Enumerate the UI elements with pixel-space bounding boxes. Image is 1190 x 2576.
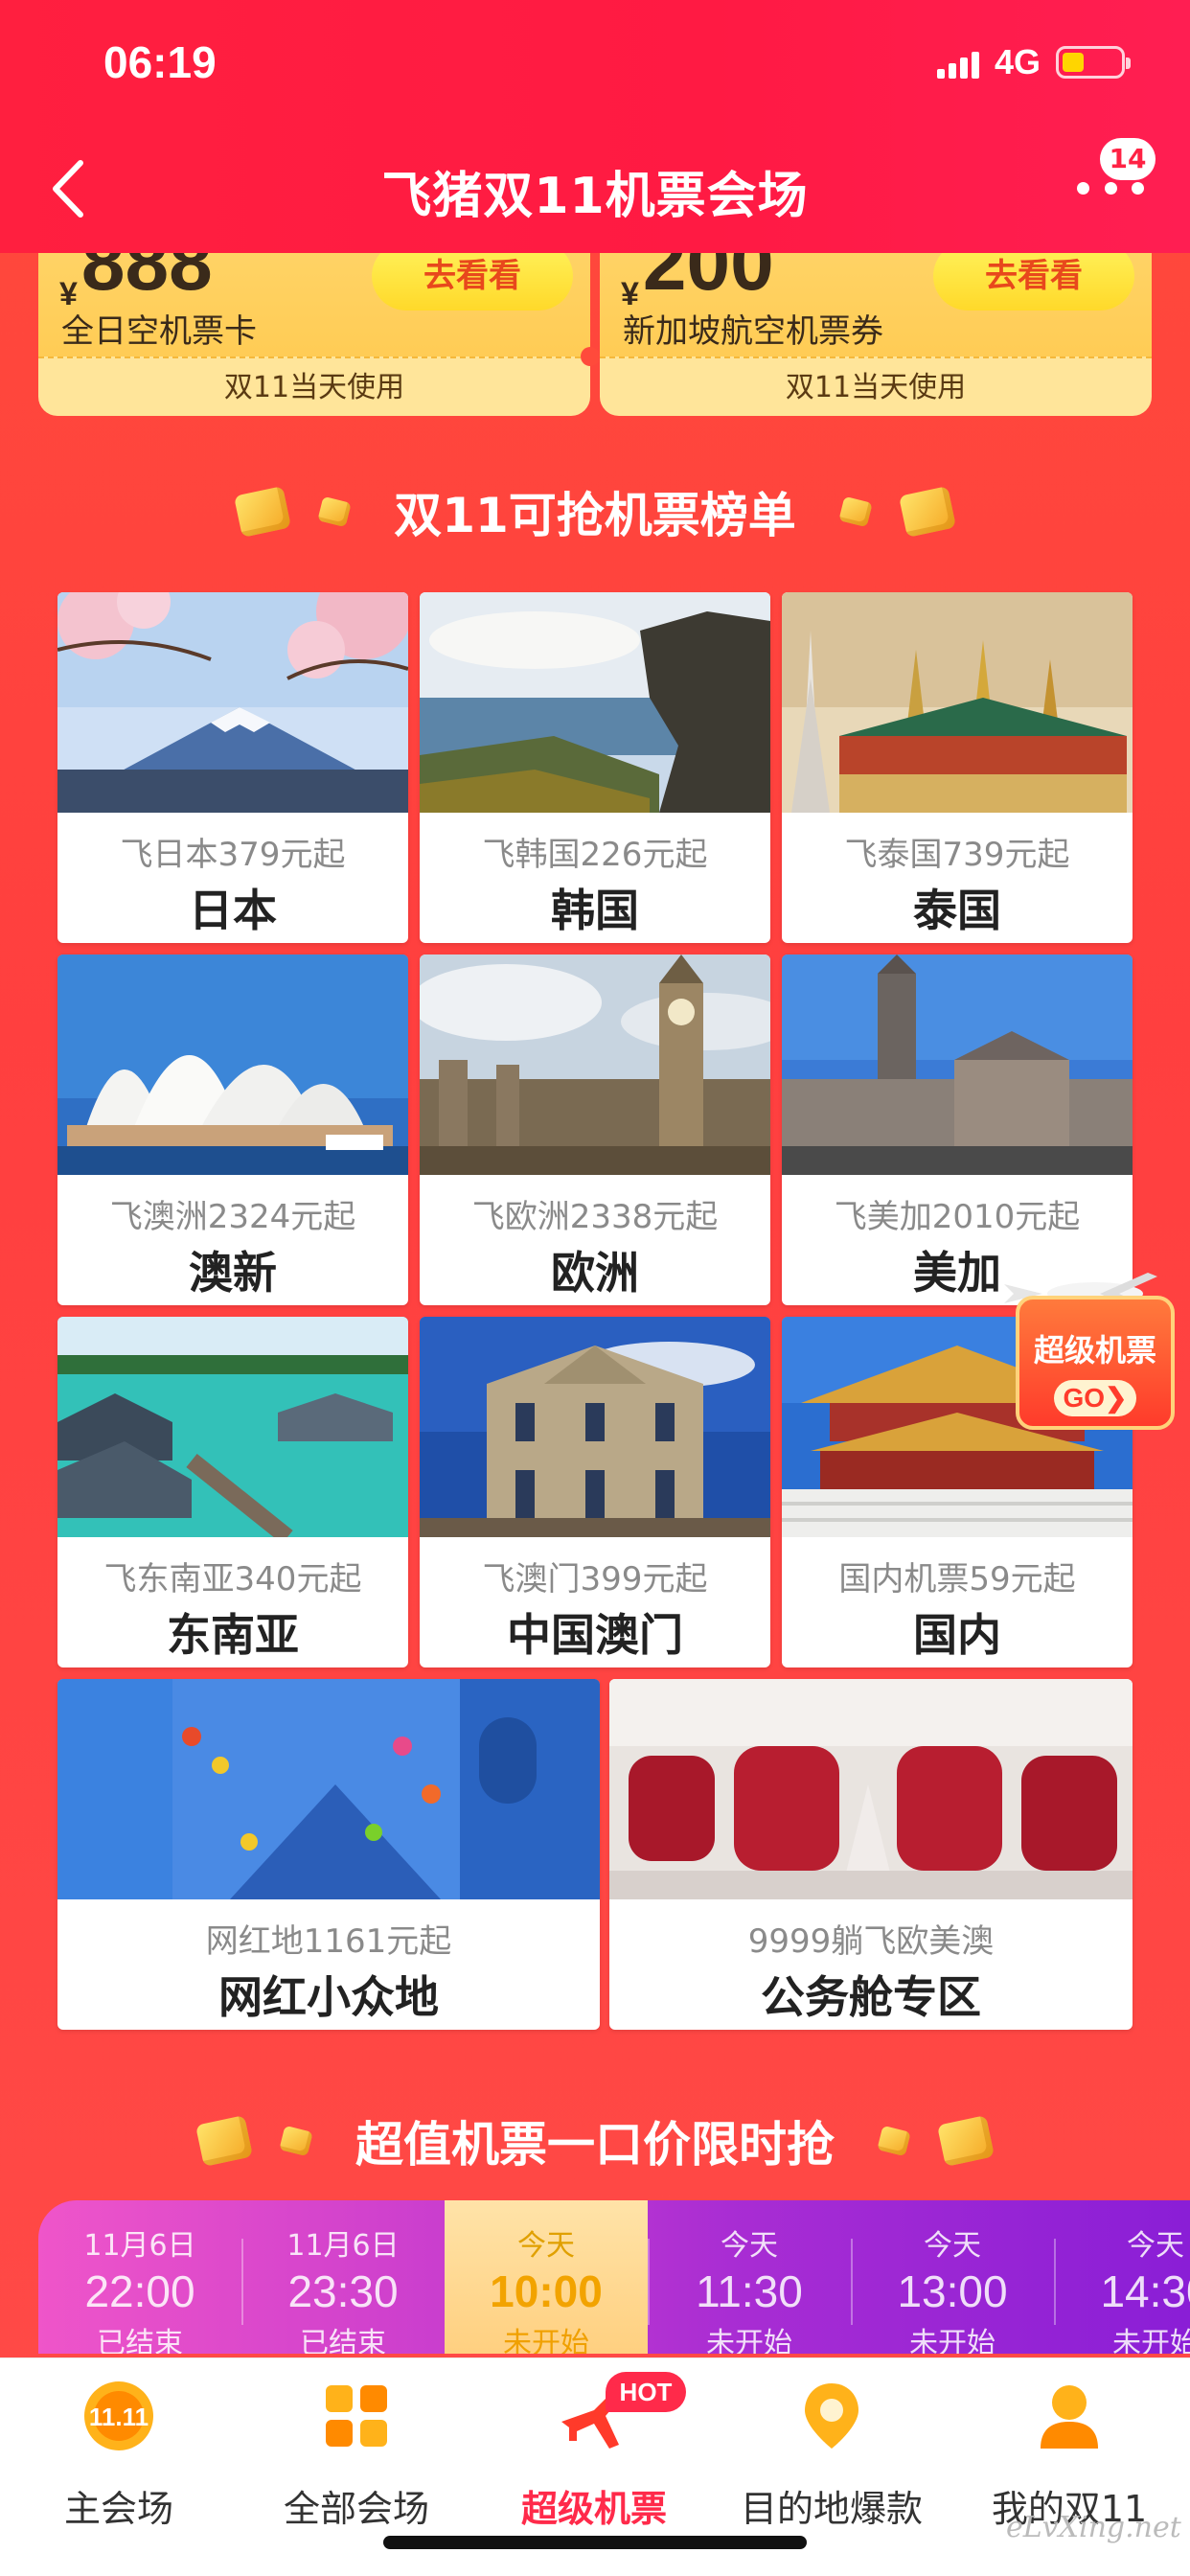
time-slot[interactable]: 今天14:30未开始 bbox=[1054, 2200, 1190, 2354]
destination-image-korea bbox=[420, 592, 770, 813]
destination-card-korea[interactable]: 飞韩国226元起 韩国 bbox=[420, 592, 770, 943]
svg-text:11.11: 11.11 bbox=[89, 2403, 149, 2431]
destination-subtitle: 飞澳门399元起 bbox=[482, 1560, 708, 1598]
location-icon bbox=[805, 2383, 858, 2449]
gift-box-icon bbox=[838, 495, 873, 528]
status-time: 06:19 bbox=[103, 37, 217, 87]
destination-title: 欧洲 bbox=[551, 1247, 639, 1299]
destination-subtitle: 飞澳洲2324元起 bbox=[109, 1198, 356, 1236]
destination-image-thailand bbox=[782, 592, 1133, 813]
destination-card-america[interactable]: 飞美加2010元起 美加 bbox=[782, 954, 1133, 1305]
destination-image-business-class bbox=[609, 1679, 1133, 1899]
destination-image-niche bbox=[57, 1679, 600, 1899]
grid-icon bbox=[326, 2385, 387, 2447]
destination-subtitle: 飞泰国739元起 bbox=[844, 836, 1070, 874]
destination-subtitle: 飞韩国226元起 bbox=[482, 836, 708, 874]
tab-main-venue[interactable]: 11.11 主会场 bbox=[0, 2358, 238, 2576]
time-slot[interactable]: 今天 11:30 未开始 bbox=[648, 2200, 851, 2354]
destination-title: 国内 bbox=[913, 1609, 1001, 1661]
coupon-note: 双11当天使用 bbox=[600, 356, 1152, 416]
time-slot[interactable]: 今天 13:00 未开始 bbox=[851, 2200, 1054, 2354]
destination-title: 泰国 bbox=[913, 885, 1001, 936]
time-slot-bar[interactable]: 11月6日 22:00 已结束 11月6日 23:30 已结束 今天 10:00 未开始 今… bbox=[38, 2200, 1190, 2354]
page-title: 飞猪双11机票会场 bbox=[381, 168, 809, 225]
go-button: GO❯ bbox=[1054, 1380, 1136, 1416]
home-indicator bbox=[383, 2536, 807, 2549]
battery-icon bbox=[1056, 46, 1131, 79]
ranking-section-title: 双11可抢机票榜单 bbox=[0, 477, 1190, 546]
coupon-name: 新加坡航空机票券 bbox=[623, 312, 883, 351]
destination-subtitle: 国内机票59元起 bbox=[838, 1560, 1076, 1598]
destination-subtitle: 飞美加2010元起 bbox=[834, 1198, 1081, 1236]
float-badge-title: 超级机票 bbox=[1033, 1332, 1156, 1368]
destination-image-america bbox=[782, 954, 1133, 1175]
time-slot-active[interactable]: 今天 10:00 未开始 bbox=[445, 2200, 648, 2354]
destination-image-japan bbox=[57, 592, 408, 813]
destination-image-europe bbox=[420, 954, 770, 1175]
destination-card-japan[interactable]: 飞日本379元起 日本 bbox=[57, 592, 408, 943]
destination-title: 韩国 bbox=[551, 885, 639, 936]
status-indicators: 4G bbox=[936, 42, 1131, 82]
gift-box-icon bbox=[278, 2125, 313, 2157]
double-eleven-icon: 11.11 bbox=[84, 2381, 153, 2450]
message-count-badge: 14 bbox=[1100, 138, 1156, 180]
destination-card-niche[interactable]: 网红地1161元起 网红小众地 bbox=[57, 1679, 600, 2030]
gift-box-icon bbox=[936, 2115, 995, 2167]
gift-box-icon bbox=[195, 2115, 254, 2167]
signal-icon bbox=[936, 46, 979, 79]
gift-box-icon bbox=[877, 2125, 912, 2157]
coupon-name: 全日空机票卡 bbox=[61, 312, 257, 351]
destination-card-australia[interactable]: 飞澳洲2324元起 澳新 bbox=[57, 954, 408, 1305]
destination-title: 澳新 bbox=[189, 1247, 277, 1299]
top-bar: 06:19 4G 飞猪双11机票会场 14 bbox=[0, 0, 1190, 253]
flash-sale-section-title: 超值机票一口价限时抢 bbox=[0, 2106, 1190, 2175]
destination-image-southeast-asia bbox=[57, 1317, 408, 1537]
destination-subtitle: 飞欧洲2338元起 bbox=[471, 1198, 719, 1236]
destination-image-australia bbox=[57, 954, 408, 1175]
destination-title: 中国澳门 bbox=[507, 1609, 683, 1661]
coupon-note: 双11当天使用 bbox=[38, 356, 590, 416]
destination-card-business-class[interactable]: 9999躺飞欧美澳 公务舱专区 bbox=[609, 1679, 1133, 2030]
destination-card-macau[interactable]: 飞澳门399元起 中国澳门 bbox=[420, 1317, 770, 1668]
destination-image-macau bbox=[420, 1317, 770, 1537]
user-icon bbox=[1041, 2385, 1098, 2449]
gift-box-icon bbox=[317, 495, 352, 528]
destination-subtitle: 飞日本379元起 bbox=[120, 836, 346, 874]
gift-box-icon bbox=[898, 486, 956, 538]
time-slot[interactable]: 11月6日 22:00 已结束 bbox=[38, 2200, 241, 2354]
destination-subtitle: 网红地1161元起 bbox=[205, 1922, 452, 1961]
destination-title: 东南亚 bbox=[167, 1609, 299, 1661]
destination-title: 公务舱专区 bbox=[761, 1971, 981, 2023]
destination-card-thailand[interactable]: 飞泰国739元起 泰国 bbox=[782, 592, 1133, 943]
destination-subtitle: 飞东南亚340元起 bbox=[103, 1560, 362, 1598]
destination-title: 网红小众地 bbox=[218, 1971, 439, 2023]
destination-card-europe[interactable]: 飞欧洲2338元起 欧洲 bbox=[420, 954, 770, 1305]
network-label: 4G bbox=[994, 42, 1041, 81]
coupon-notch bbox=[581, 347, 600, 366]
destination-subtitle: 9999躺飞欧美澳 bbox=[747, 1922, 995, 1961]
destination-title: 日本 bbox=[189, 885, 277, 936]
destination-card-southeast-asia[interactable]: 飞东南亚340元起 东南亚 bbox=[57, 1317, 408, 1668]
time-slot[interactable]: 11月6日 23:30 已结束 bbox=[241, 2200, 445, 2354]
hot-badge: HOT bbox=[606, 2372, 686, 2412]
gift-box-icon bbox=[234, 486, 292, 538]
watermark: eLvXing.net bbox=[1006, 2511, 1181, 2544]
super-ticket-float-button[interactable]: 超级机票 GO❯ bbox=[1016, 1296, 1175, 1430]
